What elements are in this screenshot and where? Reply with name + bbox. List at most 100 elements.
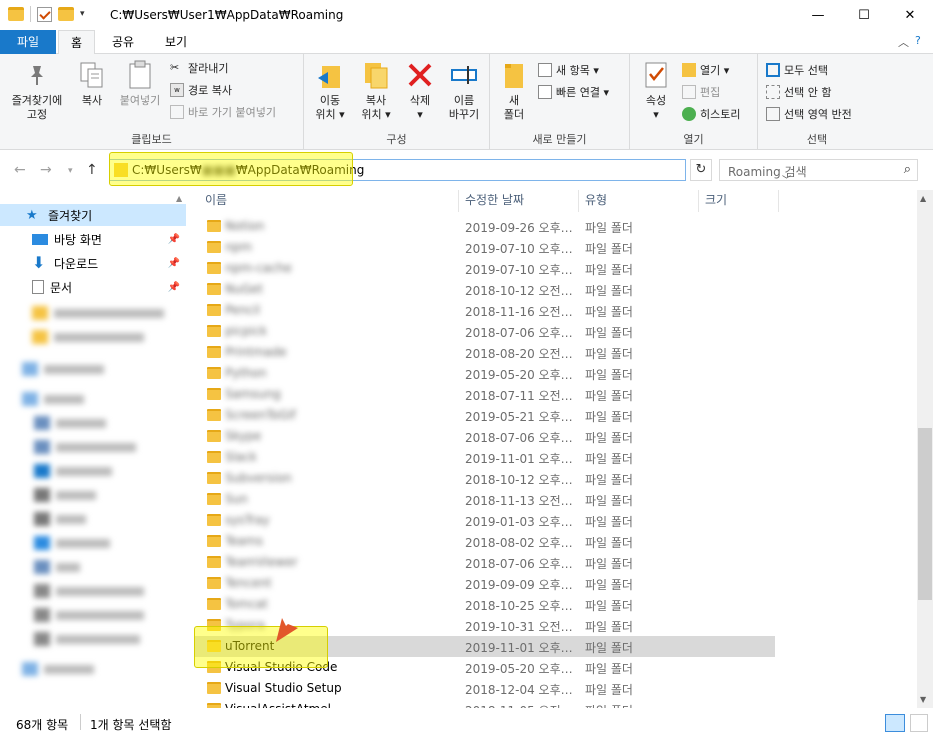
file-row[interactable]: Skype 2018-07-06 오후… 파일 폴더: [195, 426, 775, 447]
column-header-date[interactable]: 수정한 날짜: [459, 190, 579, 212]
file-row[interactable]: ScreenToGif 2019-05-21 오후… 파일 폴더: [195, 405, 775, 426]
scroll-up-icon[interactable]: ▲: [920, 194, 926, 203]
new-folder-button[interactable]: 새 폴더: [496, 60, 532, 122]
new-folder-icon[interactable]: [58, 7, 74, 21]
properties-button[interactable]: 속성 ▾: [638, 60, 674, 122]
rename-button[interactable]: 이름 바꾸기: [442, 60, 486, 122]
sidebar-item-blurred[interactable]: [0, 358, 186, 380]
scroll-down-icon[interactable]: ▼: [920, 695, 926, 704]
file-row[interactable]: picpick 2018-07-06 오후… 파일 폴더: [195, 321, 775, 342]
copy-to-button[interactable]: 복사 위치 ▾: [354, 60, 398, 122]
copy-path-button[interactable]: w 경로 복사: [170, 82, 232, 98]
new-folder-icon: [499, 60, 529, 90]
properties-icon[interactable]: [37, 6, 52, 22]
minimize-button[interactable]: —: [795, 0, 841, 30]
sidebar-item-blurred[interactable]: [0, 628, 186, 650]
pin-icon: 📌: [167, 281, 180, 293]
maximize-button[interactable]: ☐: [841, 0, 887, 30]
sidebar-item-blurred[interactable]: [0, 436, 186, 458]
file-row[interactable]: npm 2019-07-10 오후… 파일 폴더: [195, 237, 775, 258]
open-button[interactable]: 열기 ▾: [682, 62, 729, 78]
file-row[interactable]: Visual Studio Setup 2018-12-04 오후… 파일 폴더: [195, 678, 775, 699]
file-row[interactable]: npm-cache 2019-07-10 오후… 파일 폴더: [195, 258, 775, 279]
history-button[interactable]: 히스토리: [682, 106, 740, 122]
easy-access-button[interactable]: 빠른 연결 ▾: [538, 84, 609, 100]
address-highlight: [109, 152, 353, 186]
sidebar-item-desktop[interactable]: 바탕 화면 📌: [0, 228, 186, 250]
file-row[interactable]: sysTray 2019-01-03 오후… 파일 폴더: [195, 510, 775, 531]
sidebar-item-blurred[interactable]: [0, 388, 186, 410]
tab-share[interactable]: 공유: [100, 30, 146, 54]
file-type: 파일 폴더: [585, 431, 633, 445]
details-view-icon[interactable]: [885, 714, 905, 732]
invert-selection-button[interactable]: 선택 영역 반전: [766, 106, 852, 122]
paste-shortcut-button[interactable]: 바로 가기 붙여넣기: [170, 104, 276, 120]
folder-icon: [207, 451, 221, 463]
select-group-label: 선택: [806, 133, 828, 146]
pin-icon: 📌: [167, 257, 180, 269]
cut-button[interactable]: ✂ 잘라내기: [170, 60, 228, 76]
column-header-name[interactable]: 이름: [199, 190, 459, 212]
file-row[interactable]: Teams 2018-08-02 오후… 파일 폴더: [195, 531, 775, 552]
up-arrow-icon[interactable]: ↑: [86, 162, 98, 178]
file-row[interactable]: Sun 2018-11-13 오전… 파일 폴더: [195, 489, 775, 510]
move-to-button[interactable]: 이동 위치 ▾: [308, 60, 352, 122]
sidebar-item-blurred[interactable]: [0, 412, 186, 434]
scroll-up-icon[interactable]: ▲: [176, 194, 182, 203]
sidebar-item-downloads[interactable]: ⬇ 다운로드 📌: [0, 252, 186, 274]
delete-button[interactable]: 삭제 ▾: [402, 60, 438, 122]
sidebar-item-documents[interactable]: 문서 📌: [0, 276, 186, 298]
file-name: npm: [225, 240, 252, 254]
file-type: 파일 폴더: [585, 284, 633, 298]
close-button[interactable]: ✕: [887, 0, 933, 30]
search-box[interactable]: Roaming 검색 ⌕: [719, 159, 918, 181]
search-icon[interactable]: ⌕: [904, 162, 911, 177]
file-row[interactable]: Pencil 2018-11-16 오전… 파일 폴더: [195, 300, 775, 321]
sidebar-item-blurred[interactable]: [0, 556, 186, 578]
file-row[interactable]: NuGet 2018-10-12 오전… 파일 폴더: [195, 279, 775, 300]
file-date: 2019-09-09 오후…: [465, 578, 573, 592]
file-row[interactable]: Notion 2019-09-26 오후… 파일 폴더: [195, 216, 775, 237]
help-icon[interactable]: ?: [915, 34, 921, 47]
sidebar-item-quick-access[interactable]: ★ 즐겨찾기: [0, 204, 186, 226]
refresh-button[interactable]: ↻: [690, 159, 712, 181]
sidebar-item-blurred[interactable]: [0, 302, 186, 324]
file-row[interactable]: Slack 2019-11-01 오후… 파일 폴더: [195, 447, 775, 468]
edit-button[interactable]: 편집: [682, 84, 720, 100]
new-item-button[interactable]: 새 항목 ▾: [538, 62, 599, 78]
pin-to-quick-access-button[interactable]: 즐겨찾기에 고정: [4, 60, 70, 122]
tab-view[interactable]: 보기: [153, 30, 199, 54]
select-all-button[interactable]: 모두 선택: [766, 62, 828, 78]
sidebar-item-blurred[interactable]: [0, 326, 186, 348]
file-name: Slack: [225, 450, 257, 464]
sidebar-item-blurred[interactable]: [0, 532, 186, 554]
customize-toolbar-icon[interactable]: ▾: [80, 9, 85, 19]
sidebar-item-blurred[interactable]: [0, 580, 186, 602]
recent-locations-icon[interactable]: ▾: [68, 166, 73, 176]
file-row[interactable]: Samsung 2018-07-11 오전… 파일 폴더: [195, 384, 775, 405]
file-row[interactable]: Printmade 2018-08-20 오전… 파일 폴더: [195, 342, 775, 363]
scrollbar-thumb[interactable]: [918, 428, 932, 600]
column-header-type[interactable]: 유형: [579, 190, 699, 212]
copy-button[interactable]: 복사: [72, 60, 112, 108]
sidebar-item-blurred[interactable]: [0, 658, 186, 680]
forward-arrow-icon[interactable]: →: [40, 162, 52, 178]
file-row[interactable]: TeamViewer 2018-07-06 오후… 파일 폴더: [195, 552, 775, 573]
sidebar-item-blurred[interactable]: [0, 508, 186, 530]
file-row[interactable]: VisualAssistAtmel2018-11-05 오전…파일 폴더: [195, 699, 775, 708]
sidebar-item-blurred[interactable]: [0, 604, 186, 626]
tab-file[interactable]: 파일: [0, 30, 56, 54]
paste-button[interactable]: 붙여넣기: [114, 60, 166, 108]
file-row[interactable]: Subversion 2018-10-12 오후… 파일 폴더: [195, 468, 775, 489]
select-none-button[interactable]: 선택 안 함: [766, 84, 831, 100]
sidebar-item-blurred[interactable]: [0, 484, 186, 506]
back-arrow-icon[interactable]: ←: [14, 162, 26, 178]
large-icons-view-icon[interactable]: [910, 714, 928, 732]
file-row[interactable]: Python 2019-05-20 오후… 파일 폴더: [195, 363, 775, 384]
column-header-size[interactable]: 크기: [699, 190, 779, 212]
tab-home[interactable]: 홈: [58, 30, 96, 55]
vertical-scrollbar[interactable]: ▲ ▼: [917, 190, 933, 708]
collapse-ribbon-icon[interactable]: ︿: [898, 34, 909, 50]
file-name: npm-cache: [225, 261, 292, 275]
sidebar-item-blurred[interactable]: [0, 460, 186, 482]
